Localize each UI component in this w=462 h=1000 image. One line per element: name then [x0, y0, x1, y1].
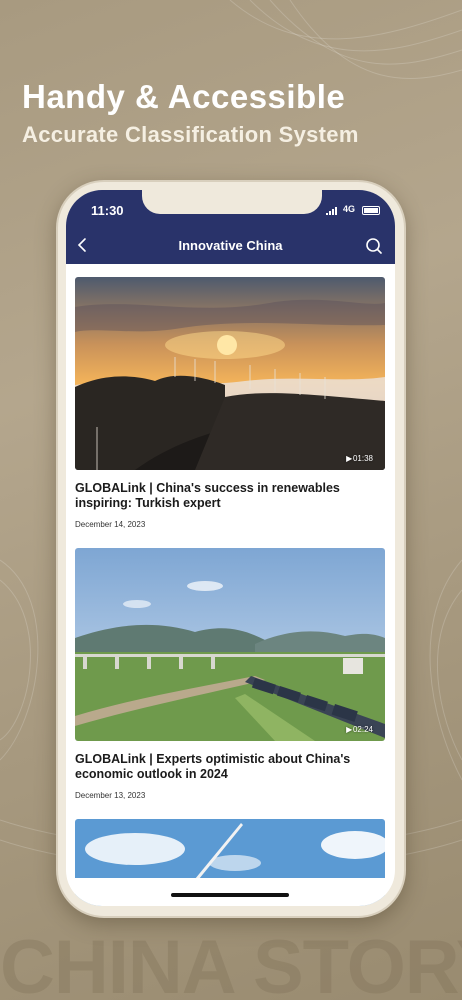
battery-icon	[362, 206, 380, 215]
status-time: 11:30	[91, 203, 124, 218]
network-label: 4G	[343, 204, 356, 214]
search-icon[interactable]	[364, 236, 384, 256]
article-title[interactable]: GLOBALink | China's success in renewable…	[75, 481, 385, 511]
article-date: December 14, 2023	[75, 520, 146, 529]
home-indicator[interactable]	[171, 893, 289, 897]
article-date: December 13, 2023	[75, 791, 146, 800]
article-thumbnail[interactable]: ▶ 02:24	[75, 548, 385, 741]
brand-watermark: CHINA STORY	[0, 925, 462, 1000]
railway-landscape-image	[75, 548, 385, 741]
home-indicator-area	[66, 878, 395, 906]
article-thumbnail[interactable]: ▶ 01:38	[75, 277, 385, 470]
phone-notch	[142, 190, 322, 214]
article-card[interactable]: ▶ 02:24 GLOBALink | Experts optimistic a…	[75, 548, 385, 800]
nav-bar: Innovative China	[66, 226, 395, 264]
phone-screen: 11:30 4G Innovative China ▶ 01:38 GLOBAL…	[66, 190, 395, 906]
page-title: Innovative China	[178, 238, 283, 253]
signal-icon	[326, 207, 337, 215]
promo-subheadline: Accurate Classification System	[22, 122, 359, 147]
promo-headline: Handy & Accessible	[22, 78, 346, 115]
status-bar: 11:30 4G	[66, 190, 395, 226]
video-duration: ▶ 01:38	[346, 454, 373, 463]
video-duration: ▶ 02:24	[346, 725, 373, 734]
sunset-mountain-image	[75, 277, 385, 470]
article-card[interactable]: ▶ 01:38 GLOBALink | China's success in r…	[75, 277, 385, 529]
article-title[interactable]: GLOBALink | Experts optimistic about Chi…	[75, 752, 385, 782]
